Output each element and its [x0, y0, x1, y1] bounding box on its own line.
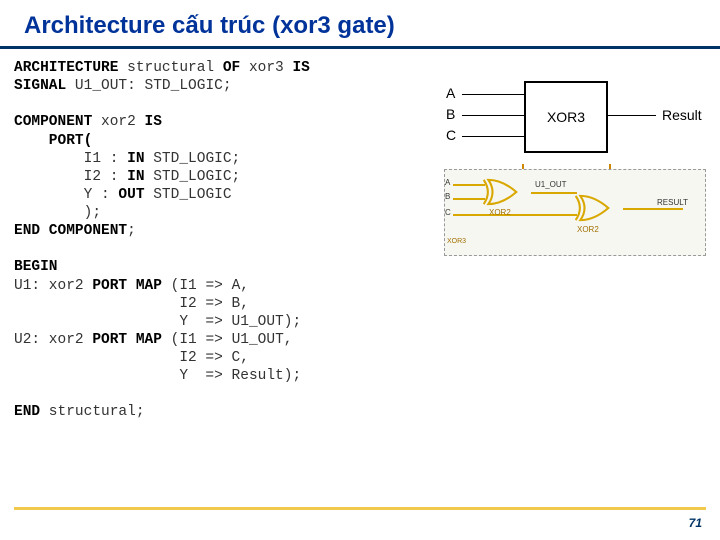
wire-a [462, 94, 524, 95]
code-text: (I1 => U1_OUT, [162, 332, 293, 348]
vhdl-code: ARCHITECTURE structural OF xor3 IS SIGNA… [0, 59, 414, 422]
sublabel-xor2-2: XOR2 [577, 225, 599, 234]
kw-out: OUT [118, 187, 144, 203]
code-text: U1: xor2 [14, 278, 92, 294]
code-text: I2 => C, [14, 350, 249, 366]
code-text: I1 : [14, 151, 127, 167]
kw-is: IS [292, 60, 309, 76]
code-text: (I1 => A, [162, 278, 249, 294]
code-text: STD_LOGIC; [145, 169, 241, 185]
xor-gate-2-icon [575, 194, 623, 222]
code-text: Y => Result); [14, 368, 301, 384]
sublabel-a: A [445, 178, 450, 187]
kw-architecture: ARCHITECTURE [14, 60, 118, 76]
sublabel-result: RESULT [657, 198, 688, 207]
code-text: STD_LOGIC; [145, 151, 241, 167]
page-number: 71 [689, 516, 702, 530]
code-text: ; [127, 223, 136, 239]
subwire-b [453, 198, 485, 200]
subwire-a [453, 184, 485, 186]
kw-end-component: END COMPONENT [14, 223, 127, 239]
code-text: xor3 [240, 60, 292, 76]
code-text: structural; [40, 404, 144, 420]
sublabel-xor2-1: XOR2 [489, 208, 511, 217]
wire-result [606, 115, 656, 116]
label-input-a: A [446, 85, 455, 101]
code-text: structural [118, 60, 222, 76]
subwire-mid [531, 192, 577, 194]
code-text: I2 : [14, 169, 127, 185]
footer-divider [14, 507, 706, 510]
label-input-c: C [446, 127, 456, 143]
code-text: xor2 [92, 114, 144, 130]
wire-c [462, 136, 524, 137]
subwire-c [453, 214, 577, 216]
xor-gate-1-icon [483, 178, 531, 206]
kw-component: COMPONENT [14, 114, 92, 130]
code-text: Y => U1_OUT); [14, 314, 301, 330]
kw-in: IN [127, 169, 144, 185]
kw-in: IN [127, 151, 144, 167]
code-text: U1_OUT: STD_LOGIC; [66, 78, 231, 94]
label-result: Result [662, 107, 702, 123]
label-input-b: B [446, 106, 455, 122]
content-area: ARCHITECTURE structural OF xor3 IS SIGNA… [0, 59, 720, 422]
code-text: U2: xor2 [14, 332, 92, 348]
subwire-out [623, 208, 683, 210]
kw-begin: BEGIN [14, 259, 58, 275]
kw-end: END [14, 404, 40, 420]
xor3-gate-box: XOR3 [524, 81, 608, 153]
code-text: I2 => B, [14, 296, 249, 312]
sublabel-c: C [445, 208, 451, 217]
code-text: Y : [14, 187, 118, 203]
wire-b [462, 115, 524, 116]
kw-port: PORT( [14, 133, 92, 149]
diagram-panel: A B C XOR3 Result A B C [414, 59, 720, 422]
kw-portmap: PORT MAP [92, 332, 162, 348]
diagram-internal: A B C U1_OUT RESULT XOR2 XOR2 XOR3 [444, 169, 706, 256]
code-text: STD_LOGIC [145, 187, 232, 203]
kw-of: OF [223, 60, 240, 76]
code-text: ); [14, 205, 101, 221]
kw-is: IS [145, 114, 162, 130]
kw-signal: SIGNAL [14, 78, 66, 94]
sublabel-b: B [445, 192, 450, 201]
kw-portmap: PORT MAP [92, 278, 162, 294]
slide-title: Architecture cấu trúc (xor3 gate) [0, 0, 720, 49]
sublabel-u1out: U1_OUT [535, 180, 567, 189]
sublabel-xor3: XOR3 [447, 238, 466, 245]
